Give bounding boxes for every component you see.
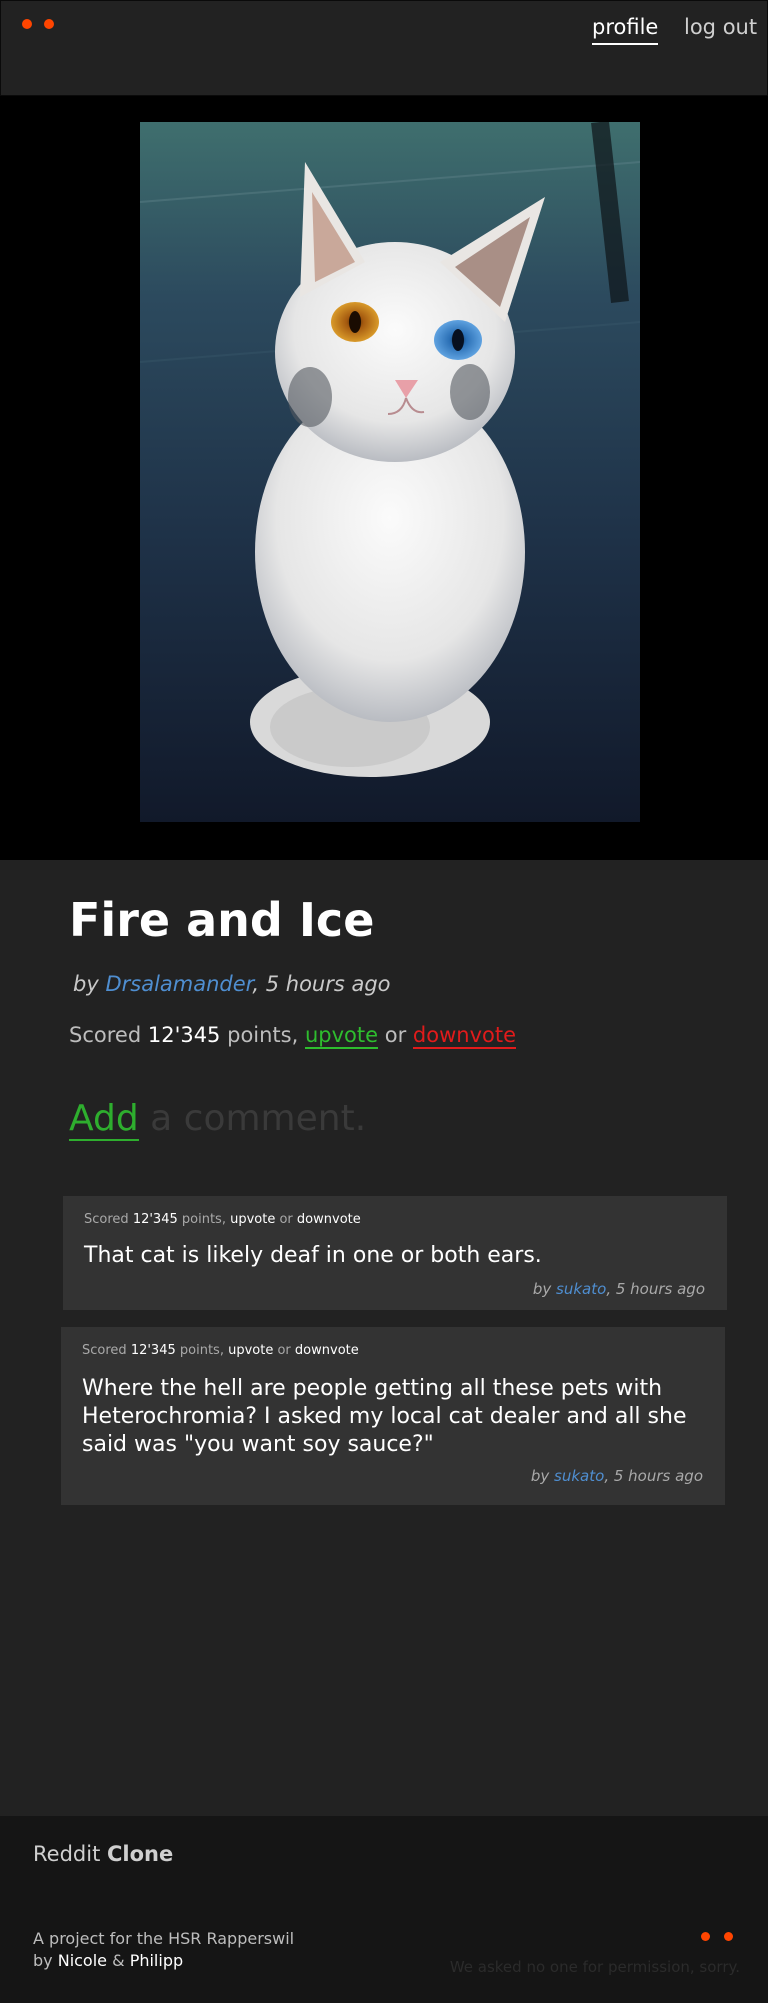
- add-comment-label: a comment.: [150, 1098, 367, 1139]
- comment-time: , 5 hours ago: [606, 1280, 705, 1298]
- ampersand: &: [112, 1951, 125, 1970]
- post-image-area: [0, 96, 768, 860]
- downvote-button[interactable]: downvote: [412, 1023, 517, 1049]
- by-label: by: [530, 1467, 550, 1485]
- score-prefix: Scored: [82, 1343, 127, 1358]
- post-author-link[interactable]: Drsalamander: [105, 972, 252, 996]
- footer-logo-dot-icon: [724, 1932, 733, 1941]
- top-bar: profile log out: [0, 0, 768, 96]
- logo-dot-icon[interactable]: [22, 19, 32, 29]
- comment-score-line: Scored 12'345 points, upvote or downvote: [84, 1212, 361, 1227]
- profile-link[interactable]: profile: [592, 13, 659, 45]
- brand-bold: Clone: [106, 1842, 174, 1866]
- score-suffix: points,: [179, 1343, 224, 1358]
- by-label: by: [532, 1280, 552, 1298]
- brand-light: Reddit: [33, 1842, 101, 1866]
- footer-brand: Reddit Clone: [33, 1842, 173, 1866]
- or-label: or: [277, 1343, 291, 1358]
- by-label: by: [73, 972, 99, 996]
- comment-card: Scored 12'345 points, upvote or downvote…: [61, 1327, 725, 1505]
- footer: Reddit Clone A project for the HSR Rappe…: [0, 1816, 768, 2003]
- post-meta: by Drsalamander, 5 hours ago: [73, 972, 391, 996]
- post-title: Fire and Ice: [69, 893, 375, 947]
- footer-note: We asked no one for permission, sorry.: [449, 1958, 740, 1976]
- comment-meta: by sukato, 5 hours ago: [531, 1467, 703, 1485]
- score-prefix: Scored: [84, 1212, 129, 1227]
- post-image[interactable]: [140, 122, 640, 822]
- or-label: or: [279, 1212, 293, 1227]
- comment-text: That cat is likely deaf in one or both e…: [84, 1243, 542, 1268]
- comment-author-link[interactable]: sukato: [556, 1280, 606, 1298]
- comment-upvote-button[interactable]: upvote: [230, 1212, 275, 1227]
- footer-credits: A project for the HSR Rapperswil by Nico…: [33, 1928, 294, 1972]
- comment-score-line: Scored 12'345 points, upvote or downvote: [82, 1343, 359, 1358]
- comment-text: Where the hell are people getting all th…: [82, 1376, 687, 1457]
- add-comment: Add a comment.: [69, 1096, 366, 1142]
- score-suffix: points,: [181, 1212, 226, 1227]
- comment-downvote-button[interactable]: downvote: [297, 1212, 361, 1227]
- comment-time: , 5 hours ago: [604, 1467, 703, 1485]
- post-score-line: Scored 12'345 points, upvote or downvote: [69, 1020, 517, 1050]
- by-label: by: [33, 1951, 53, 1970]
- project-line: A project for the HSR Rapperswil: [33, 1929, 295, 1948]
- footer-logo-dot-icon: [701, 1932, 710, 1941]
- comment-score: 12'345: [132, 1212, 178, 1227]
- comment-upvote-button[interactable]: upvote: [228, 1343, 273, 1358]
- or-label: or: [384, 1023, 407, 1047]
- post-score: 12'345: [147, 1023, 221, 1047]
- comment-author-link[interactable]: sukato: [554, 1467, 604, 1485]
- logout-link[interactable]: log out: [684, 13, 757, 41]
- upvote-button[interactable]: upvote: [304, 1023, 379, 1049]
- comment-card: Scored 12'345 points, upvote or downvote…: [63, 1196, 727, 1310]
- add-comment-button[interactable]: Add: [69, 1098, 139, 1141]
- comment-downvote-button[interactable]: downvote: [295, 1343, 359, 1358]
- comment-meta: by sukato, 5 hours ago: [533, 1280, 705, 1298]
- logo-dot-icon[interactable]: [44, 19, 54, 29]
- score-prefix: Scored: [69, 1023, 142, 1047]
- post-time: , 5 hours ago: [252, 972, 391, 996]
- author-name: Nicole: [57, 1951, 108, 1970]
- author-name: Philipp: [129, 1951, 184, 1970]
- comment-score: 12'345: [130, 1343, 176, 1358]
- score-suffix: points,: [227, 1023, 299, 1047]
